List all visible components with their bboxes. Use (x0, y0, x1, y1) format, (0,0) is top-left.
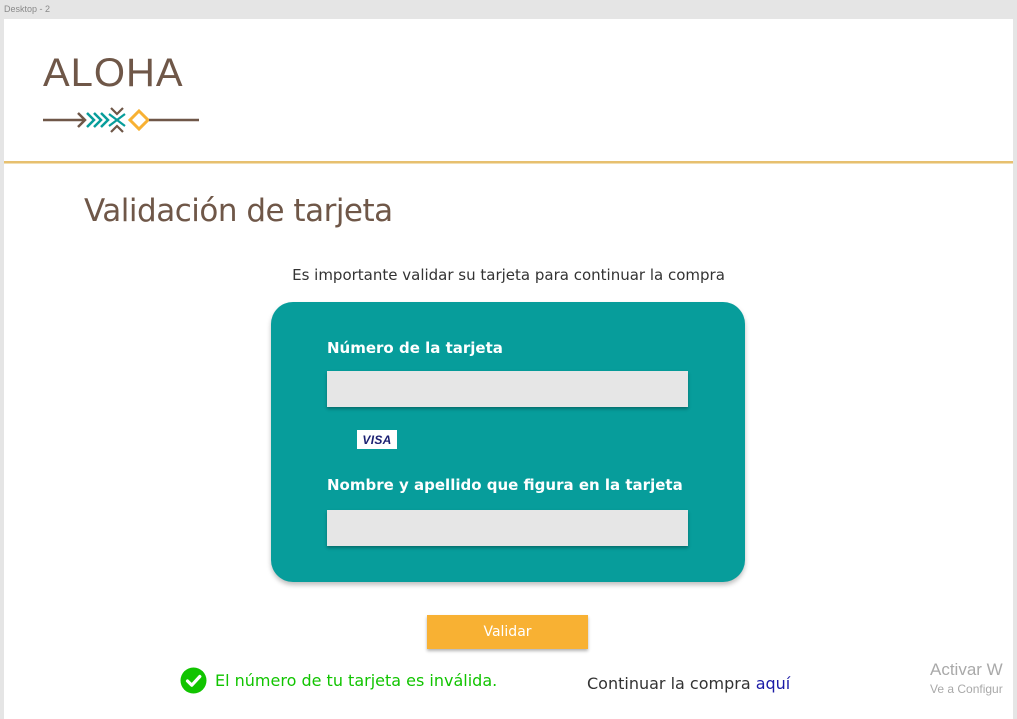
visa-brand-text: VISA (362, 432, 392, 447)
activate-line-1: Activar W (930, 660, 1003, 679)
frame-label: Desktop - 2 (4, 4, 51, 14)
cardholder-name-input[interactable] (327, 510, 688, 546)
card-number-input[interactable] (327, 371, 688, 407)
continue-link[interactable]: aquí (756, 674, 791, 693)
aloha-logo: ALOHA (43, 51, 199, 133)
page-title: Validación de tarjeta (84, 193, 393, 229)
validate-button[interactable]: Validar (427, 615, 588, 649)
logo-text: ALOHA (43, 51, 184, 95)
visa-logo-icon: VISA (357, 430, 397, 449)
check-circle-icon (180, 667, 207, 694)
continue-text: Continuar la compra (587, 674, 756, 693)
status-message: El número de tu tarjeta es inválida. (215, 671, 498, 690)
activate-line-2: Ve a Configur (930, 682, 1003, 696)
activate-windows-watermark: Activar W Ve a Configur (930, 660, 1013, 696)
header-divider (4, 161, 1013, 164)
cardholder-name-label: Nombre y apellido que figura en la tarje… (327, 476, 683, 494)
logo-arrow-icon (43, 107, 199, 133)
continue-purchase: Continuar la compra aquí (587, 674, 790, 693)
artboard: ALOHA Validación de tarjeta Es important… (4, 19, 1013, 719)
card-number-label: Número de la tarjeta (327, 339, 503, 357)
page-subtitle: Es importante validar su tarjeta para co… (292, 266, 725, 284)
card-validation-form: Número de la tarjeta VISA Nombre y apell… (271, 302, 745, 582)
validation-status: El número de tu tarjeta es inválida. (180, 667, 497, 694)
